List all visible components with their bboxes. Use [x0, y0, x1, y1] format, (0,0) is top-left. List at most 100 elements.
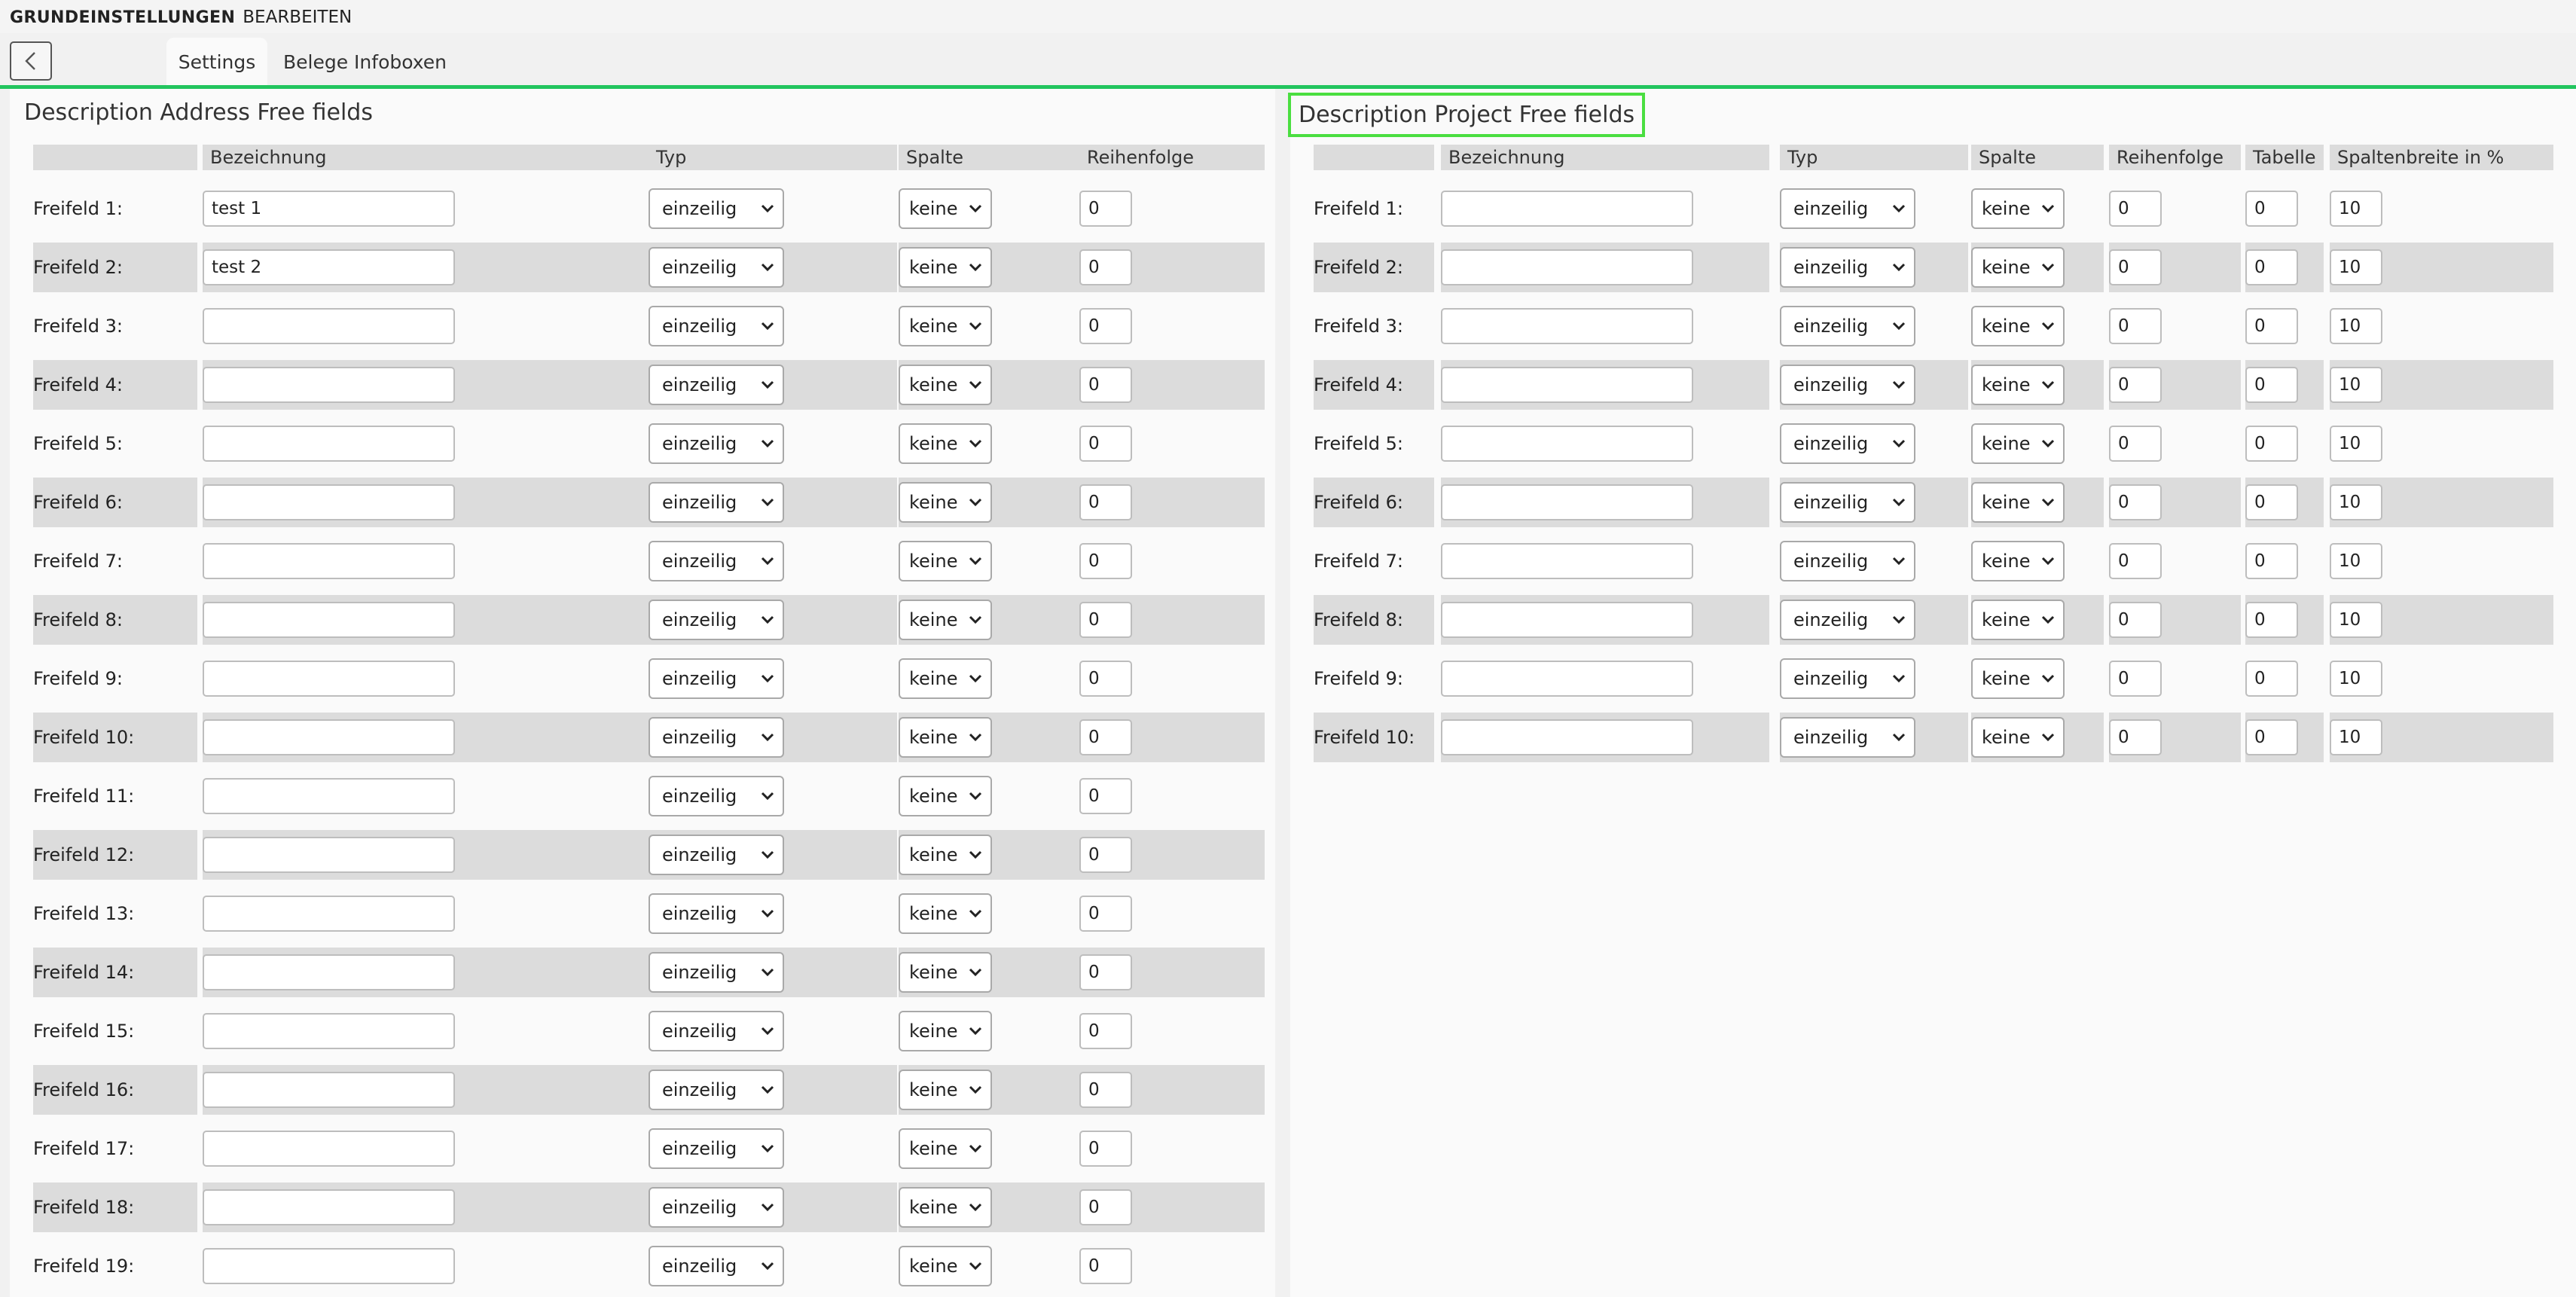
- spalte-select[interactable]: keine: [899, 188, 992, 229]
- spalte-select[interactable]: keine: [1971, 365, 2065, 405]
- tab-settings[interactable]: Settings: [166, 38, 267, 87]
- typ-select[interactable]: einzeilig: [649, 717, 784, 758]
- reihenfolge-input[interactable]: [1079, 249, 1132, 285]
- bezeichnung-input[interactable]: [203, 954, 455, 990]
- reihenfolge-input[interactable]: [1079, 837, 1132, 873]
- spaltenbreite-input[interactable]: [2330, 308, 2382, 344]
- spalte-select[interactable]: keine: [899, 1187, 992, 1228]
- spalte-select[interactable]: keine: [1971, 717, 2065, 758]
- typ-select[interactable]: einzeilig: [649, 1128, 784, 1169]
- bezeichnung-input[interactable]: [1441, 426, 1693, 462]
- bezeichnung-input[interactable]: [203, 426, 455, 462]
- bezeichnung-input[interactable]: [203, 1189, 455, 1225]
- tabelle-input[interactable]: [2245, 719, 2298, 755]
- reihenfolge-input[interactable]: [1079, 661, 1132, 697]
- typ-select[interactable]: einzeilig: [649, 1246, 784, 1286]
- spaltenbreite-input[interactable]: [2330, 661, 2382, 697]
- spalte-select[interactable]: keine: [899, 1128, 992, 1169]
- typ-select[interactable]: einzeilig: [649, 306, 784, 346]
- bezeichnung-input[interactable]: [1441, 661, 1693, 697]
- spalte-select[interactable]: keine: [899, 306, 992, 346]
- spalte-select[interactable]: keine: [899, 717, 992, 758]
- spalte-select[interactable]: keine: [1971, 541, 2065, 581]
- bezeichnung-input[interactable]: [203, 367, 455, 403]
- bezeichnung-input[interactable]: [1441, 484, 1693, 520]
- spalte-select[interactable]: keine: [1971, 600, 2065, 640]
- reihenfolge-input[interactable]: [1079, 191, 1132, 227]
- tabelle-input[interactable]: [2245, 661, 2298, 697]
- typ-select[interactable]: einzeilig: [1780, 600, 1915, 640]
- spalte-select[interactable]: keine: [899, 952, 992, 993]
- typ-select[interactable]: einzeilig: [1780, 365, 1915, 405]
- spalte-select[interactable]: keine: [1971, 306, 2065, 346]
- typ-select[interactable]: einzeilig: [649, 600, 784, 640]
- spaltenbreite-input[interactable]: [2330, 602, 2382, 638]
- spalte-select[interactable]: keine: [899, 835, 992, 875]
- reihenfolge-input[interactable]: [1079, 602, 1132, 638]
- reihenfolge-input[interactable]: [1079, 1072, 1132, 1108]
- typ-select[interactable]: einzeilig: [1780, 717, 1915, 758]
- back-button[interactable]: [10, 41, 52, 81]
- bezeichnung-input[interactable]: [1441, 367, 1693, 403]
- reihenfolge-input[interactable]: [2109, 191, 2162, 227]
- typ-select[interactable]: einzeilig: [649, 482, 784, 523]
- reihenfolge-input[interactable]: [1079, 426, 1132, 462]
- typ-select[interactable]: einzeilig: [649, 365, 784, 405]
- spalte-select[interactable]: keine: [1971, 247, 2065, 288]
- bezeichnung-input[interactable]: [203, 1131, 455, 1167]
- tab-belege-infoboxen[interactable]: Belege Infoboxen: [283, 38, 447, 87]
- spaltenbreite-input[interactable]: [2330, 367, 2382, 403]
- bezeichnung-input[interactable]: [203, 1013, 455, 1049]
- spalte-select[interactable]: keine: [1971, 423, 2065, 464]
- bezeichnung-input[interactable]: [203, 896, 455, 932]
- spalte-select[interactable]: keine: [899, 658, 992, 699]
- reihenfolge-input[interactable]: [1079, 719, 1132, 755]
- bezeichnung-input[interactable]: [203, 308, 455, 344]
- spalte-select[interactable]: keine: [1971, 658, 2065, 699]
- spaltenbreite-input[interactable]: [2330, 484, 2382, 520]
- spaltenbreite-input[interactable]: [2330, 191, 2382, 227]
- typ-select[interactable]: einzeilig: [649, 423, 784, 464]
- bezeichnung-input[interactable]: [203, 191, 455, 227]
- bezeichnung-input[interactable]: [203, 837, 455, 873]
- reihenfolge-input[interactable]: [1079, 484, 1132, 520]
- bezeichnung-input[interactable]: [203, 602, 455, 638]
- spalte-select[interactable]: keine: [1971, 188, 2065, 229]
- reihenfolge-input[interactable]: [2109, 484, 2162, 520]
- bezeichnung-input[interactable]: [203, 249, 455, 285]
- spalte-select[interactable]: keine: [899, 776, 992, 816]
- typ-select[interactable]: einzeilig: [649, 188, 784, 229]
- reihenfolge-input[interactable]: [1079, 308, 1132, 344]
- tabelle-input[interactable]: [2245, 308, 2298, 344]
- tabelle-input[interactable]: [2245, 426, 2298, 462]
- tabelle-input[interactable]: [2245, 602, 2298, 638]
- reihenfolge-input[interactable]: [1079, 954, 1132, 990]
- spalte-select[interactable]: keine: [899, 600, 992, 640]
- reihenfolge-input[interactable]: [1079, 1189, 1132, 1225]
- typ-select[interactable]: einzeilig: [649, 247, 784, 288]
- tabelle-input[interactable]: [2245, 191, 2298, 227]
- spalte-select[interactable]: keine: [899, 423, 992, 464]
- typ-select[interactable]: einzeilig: [649, 1070, 784, 1110]
- reihenfolge-input[interactable]: [1079, 896, 1132, 932]
- spalte-select[interactable]: keine: [899, 482, 992, 523]
- typ-select[interactable]: einzeilig: [649, 835, 784, 875]
- reihenfolge-input[interactable]: [2109, 308, 2162, 344]
- typ-select[interactable]: einzeilig: [649, 776, 784, 816]
- reihenfolge-input[interactable]: [2109, 719, 2162, 755]
- tabelle-input[interactable]: [2245, 543, 2298, 579]
- spaltenbreite-input[interactable]: [2330, 249, 2382, 285]
- tabelle-input[interactable]: [2245, 484, 2298, 520]
- reihenfolge-input[interactable]: [2109, 249, 2162, 285]
- spaltenbreite-input[interactable]: [2330, 426, 2382, 462]
- spalte-select[interactable]: keine: [1971, 482, 2065, 523]
- spalte-select[interactable]: keine: [899, 1011, 992, 1051]
- reihenfolge-input[interactable]: [1079, 1131, 1132, 1167]
- bezeichnung-input[interactable]: [1441, 191, 1693, 227]
- reihenfolge-input[interactable]: [2109, 661, 2162, 697]
- spalte-select[interactable]: keine: [899, 893, 992, 934]
- bezeichnung-input[interactable]: [203, 1248, 455, 1284]
- typ-select[interactable]: einzeilig: [1780, 482, 1915, 523]
- typ-select[interactable]: einzeilig: [1780, 188, 1915, 229]
- typ-select[interactable]: einzeilig: [1780, 541, 1915, 581]
